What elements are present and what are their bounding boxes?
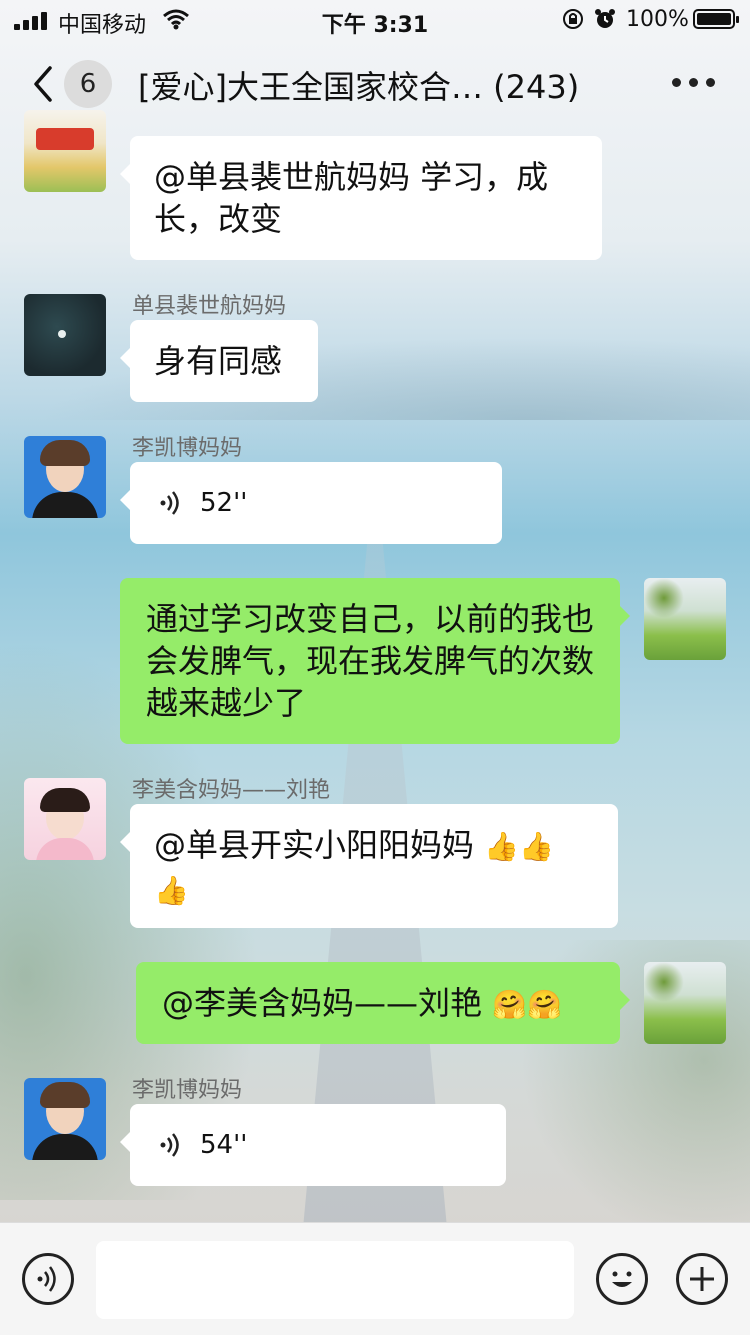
hug-emoji-icon: 🤗	[492, 988, 528, 1021]
voice-message-bubble[interactable]: 52''	[120, 462, 502, 544]
member-count: (243)	[493, 68, 580, 106]
message-input[interactable]	[96, 1241, 574, 1319]
message-text: 身有同感	[154, 342, 283, 380]
message-bubble[interactable]: @单县开实小阳阳妈妈 👍👍 👍	[120, 804, 618, 928]
plus-icon	[690, 1267, 714, 1291]
voice-wave-icon	[160, 491, 179, 515]
avatar[interactable]	[24, 294, 106, 376]
alarm-icon	[595, 9, 615, 28]
message-text: @单县裴世航妈妈 学习，成长，改变	[154, 158, 549, 238]
back-chevron-icon[interactable]	[30, 64, 58, 104]
emoji-button[interactable]	[596, 1253, 648, 1305]
voice-duration: 54''	[200, 1130, 248, 1160]
thumbs-up-icon: 👍	[519, 830, 554, 863]
avatar[interactable]	[24, 778, 106, 860]
voice-mode-icon	[37, 1266, 56, 1292]
chat-header: 6 [爱心]大王全国家校合… (243)	[0, 40, 750, 128]
sender-name: 单县裴世航妈妈	[132, 294, 287, 319]
message-text: 通过学习改变自己，以前的我也会发脾气，现在我发脾气的次数越来越少了	[146, 600, 595, 722]
sender-name: 李凯博妈妈	[132, 1078, 243, 1103]
voice-wave-icon	[160, 1133, 179, 1157]
background-mountains	[0, 330, 750, 420]
more-actions-button[interactable]	[676, 1253, 728, 1305]
status-bar: 中国移动 下午 3:31 100%	[0, 0, 750, 40]
hug-emoji-icon: 🤗	[527, 988, 562, 1021]
more-options-icon[interactable]	[672, 78, 716, 88]
message-bubble[interactable]: @李美含妈妈——刘艳 🤗🤗	[136, 962, 630, 1044]
message-bubble[interactable]: 身有同感	[120, 320, 318, 402]
chat-title: [爱心]大王全国家校合… (243)	[138, 62, 618, 108]
sender-name: 李凯博妈妈	[132, 436, 243, 461]
orientation-lock-icon	[563, 9, 583, 29]
battery-percent: 100%	[626, 7, 689, 32]
group-name: [爱心]大王全国家校合…	[138, 68, 483, 106]
unread-count-badge[interactable]: 6	[64, 60, 112, 108]
avatar[interactable]	[24, 436, 106, 518]
message-bubble[interactable]: 通过学习改变自己，以前的我也会发脾气，现在我发脾气的次数越来越少了	[120, 578, 630, 744]
my-avatar[interactable]	[644, 578, 726, 660]
my-avatar[interactable]	[644, 962, 726, 1044]
message-bubble[interactable]: @单县裴世航妈妈 学习，成长，改变	[120, 136, 602, 260]
battery-icon	[693, 9, 739, 29]
thumbs-up-icon: 👍	[154, 874, 189, 907]
thumbs-up-icon: 👍	[484, 830, 520, 863]
input-bar	[0, 1222, 750, 1335]
avatar[interactable]	[24, 110, 106, 192]
voice-message-bubble[interactable]: 54''	[120, 1104, 506, 1186]
message-text: @李美含妈妈——刘艳	[162, 984, 483, 1022]
message-text: @单县开实小阳阳妈妈	[154, 826, 475, 864]
sender-name: 李美含妈妈——刘艳	[132, 778, 331, 803]
voice-duration: 52''	[200, 488, 248, 518]
voice-mode-button[interactable]	[22, 1253, 74, 1305]
emoji-icon	[612, 1271, 632, 1287]
avatar[interactable]	[24, 1078, 106, 1160]
